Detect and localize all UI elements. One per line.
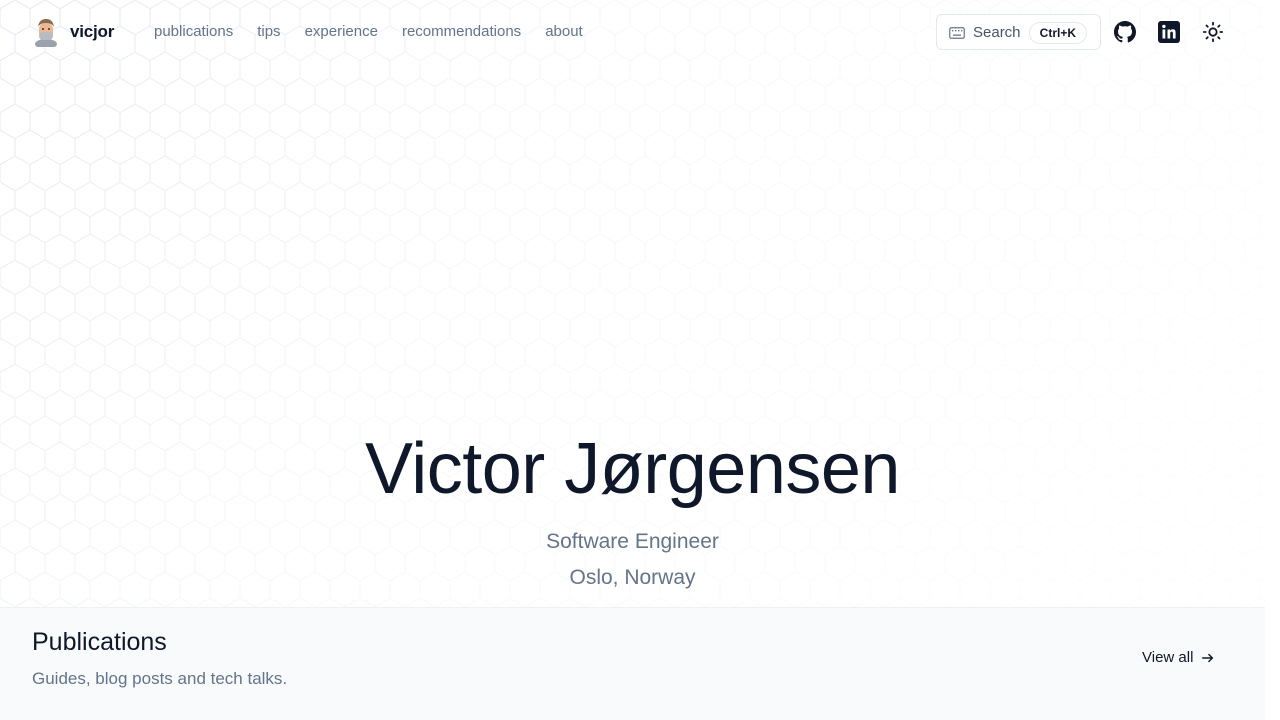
nav-publications[interactable]: publications [154,21,233,43]
publications-subtitle: Guides, blog posts and tech talks. [32,669,288,688]
brand-name: vicjor [70,22,115,41]
hero-role: Software Engineer [546,530,719,553]
keyboard-icon [949,26,965,39]
publications-section: Publications Guides, blog posts and tech… [0,607,1265,720]
github-link[interactable] [1113,20,1137,44]
view-all-link[interactable]: View all [1142,648,1215,668]
search-label: Search [973,23,1021,41]
main-nav: publications tips experience recommendat… [154,21,583,43]
view-all-label: View all [1142,649,1194,666]
hexagon-background [0,0,1280,608]
nav-about[interactable]: about [545,21,583,43]
site-header: vicjor publications tips experience reco… [0,0,1280,64]
arrow-right-icon [1202,653,1214,663]
nav-tips[interactable]: tips [257,21,280,43]
hero-location: Oslo, Norway [569,566,696,589]
hero-name: Victor Jørgensen [365,429,900,509]
search-button[interactable]: Search Ctrl+K [936,14,1101,50]
publications-title: Publications [32,628,167,656]
theme-toggle-button[interactable] [1201,20,1225,44]
nav-experience[interactable]: experience [305,21,378,43]
github-icon [1114,21,1136,43]
sun-icon [1202,21,1224,43]
nav-recommendations[interactable]: recommendations [402,21,521,43]
linkedin-icon [1158,21,1180,43]
search-shortcut-badge: Ctrl+K [1028,22,1087,44]
linkedin-link[interactable] [1157,20,1181,44]
home-link[interactable]: vicjor [32,16,115,49]
scrollbar[interactable] [1265,0,1280,720]
avatar [32,17,60,49]
